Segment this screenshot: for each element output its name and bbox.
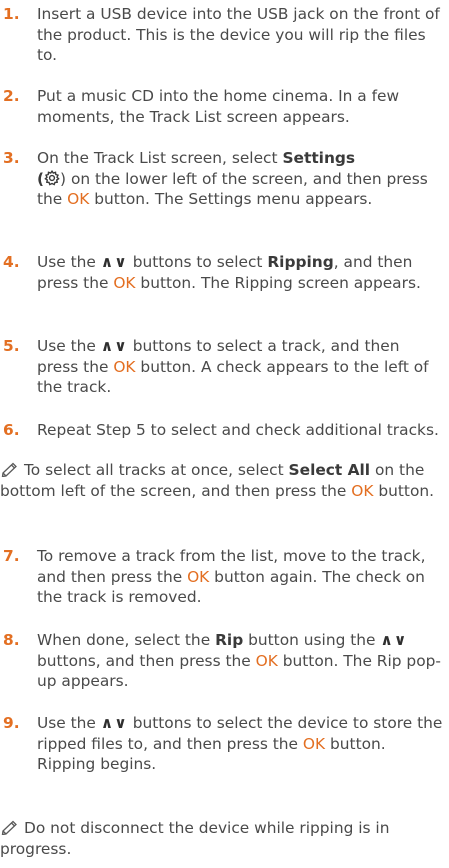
up-down-arrows-icon: ∧∨	[380, 631, 408, 649]
step-number: 1.	[3, 5, 20, 23]
note-1: To select all tracks at once, select Sel…	[0, 460, 449, 501]
step-7: 7. To remove a track from the list, move…	[0, 546, 449, 608]
ok-label: OK	[255, 651, 278, 670]
step-number: 9.	[3, 714, 20, 732]
step-text: Repeat Step 5 to select and check additi…	[37, 421, 439, 439]
step-text: Use the ∧∨ buttons to select a track, an…	[37, 337, 429, 397]
step-4: 4. Use the ∧∨ buttons to select Ripping,…	[0, 252, 449, 293]
step-text: Use the ∧∨ buttons to select Ripping, an…	[37, 253, 421, 292]
ripping-label: Ripping	[267, 253, 334, 271]
step-number: 2.	[3, 87, 20, 105]
step-number: 8.	[3, 631, 20, 649]
note-text: To select all tracks at once, select Sel…	[0, 461, 435, 500]
pencil-note-icon	[0, 461, 22, 478]
rip-label: Rip	[215, 631, 244, 649]
step-5: 5. Use the ∧∨ buttons to select a track,…	[0, 336, 449, 398]
ok-label: OK	[302, 734, 326, 753]
note-2: Do not disconnect the device while rippi…	[0, 818, 449, 859]
step-text: Put a music CD into the home cinema. In …	[37, 87, 400, 126]
settings-gear-icon	[44, 169, 60, 190]
ok-label: OK	[187, 567, 210, 586]
step-number: 5.	[3, 337, 20, 355]
step-text: On the Track List screen, select Setting…	[37, 149, 428, 209]
step-9: 9. Use the ∧∨ buttons to select the devi…	[0, 713, 449, 775]
step-2: 2. Put a music CD into the home cinema. …	[0, 86, 449, 127]
step-text: When done, select the Rip button using t…	[37, 631, 441, 691]
step-number: 3.	[3, 149, 20, 167]
step-text: Use the ∧∨ buttons to select the device …	[37, 714, 443, 774]
step-text: To remove a track from the list, move to…	[37, 547, 426, 607]
ok-label: OK	[113, 357, 136, 376]
settings-label: Settings	[282, 149, 356, 167]
step-1: 1. Insert a USB device into the USB jack…	[0, 4, 449, 66]
step-3: 3. On the Track List screen, select Sett…	[0, 148, 449, 210]
step-number: 4.	[3, 253, 20, 271]
ok-label: OK	[113, 273, 136, 292]
pencil-note-icon	[0, 819, 22, 836]
up-down-arrows-icon: ∧∨	[100, 337, 128, 355]
up-down-arrows-icon: ∧∨	[100, 714, 128, 732]
instruction-page: 1. Insert a USB device into the USB jack…	[0, 0, 449, 868]
step-number: 7.	[3, 547, 20, 565]
step-text: Insert a USB device into the USB jack on…	[37, 5, 440, 65]
ok-label: OK	[67, 190, 90, 209]
step-number: 6.	[3, 421, 20, 439]
note-text: Do not disconnect the device while rippi…	[0, 819, 390, 858]
select-all-label: Select All	[288, 461, 371, 479]
up-down-arrows-icon: ∧∨	[100, 253, 128, 271]
ok-label: OK	[351, 481, 374, 500]
step-6: 6. Repeat Step 5 to select and check add…	[0, 420, 449, 441]
step-8: 8. When done, select the Rip button usin…	[0, 630, 449, 692]
